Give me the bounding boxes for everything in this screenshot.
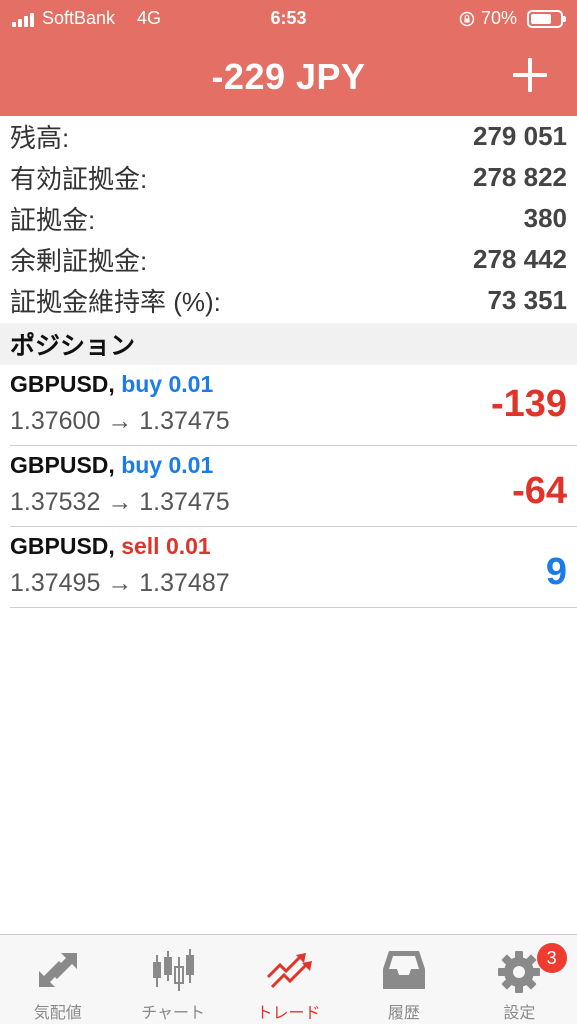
summary-row: 証拠金維持率 (%): 73 351 [0, 280, 577, 321]
battery-icon [527, 9, 566, 28]
positions-list: GBPUSD, buy 0.01 1.37600 → 1.37475 -139 GBP… [0, 365, 577, 608]
tab-label: チャート [141, 1005, 206, 1022]
summary-row: 有効証拠金: 278 822 [0, 157, 577, 198]
position-title: GBPUSD, buy 0.01 [10, 452, 213, 479]
position-symbol: GBPUSD, [10, 452, 115, 478]
summary-label: 証拠金: [10, 205, 96, 235]
tab-label: 設定 [503, 1005, 536, 1022]
summary-label: 証拠金維持率 (%): [10, 287, 221, 317]
position-row[interactable]: GBPUSD, buy 0.01 1.37532 → 1.37475 -64 [10, 446, 577, 527]
candlestick-chart-icon [153, 949, 195, 991]
position-profit: 9 [545, 551, 567, 593]
quotes-icon [38, 953, 77, 987]
app-screen: SoftBank 4G 6:53 70% -229 JPY 残高: 279 051… [0, 0, 577, 1024]
summary-label: 残高: [10, 123, 70, 153]
summary-row: 余剰証拠金: 278 442 [0, 239, 577, 280]
summary-value: 278 442 [473, 244, 567, 274]
summary-row: 残高: 279 051 [0, 116, 577, 157]
position-side: buy 0.01 [121, 452, 214, 478]
positions-header: ポジション [0, 323, 577, 365]
position-profit: -64 [512, 470, 567, 512]
tab-trade[interactable]: トレード [231, 935, 346, 1024]
tab-quotes[interactable]: 気配値 [0, 935, 115, 1024]
summary-label: 有効証拠金: [10, 164, 148, 194]
plus-icon[interactable] [513, 58, 547, 92]
position-prices: 1.37495 → 1.37487 [10, 569, 230, 597]
inbox-history-icon [382, 951, 425, 989]
position-symbol: GBPUSD, [10, 533, 115, 559]
position-title: GBPUSD, sell 0.01 [10, 533, 211, 560]
status-bar: SoftBank 4G 6:53 70% [0, 0, 577, 38]
tab-bar: 気配値 チャート トレード 履歴 3 設定 [0, 934, 577, 1024]
tab-label: 履歴 [387, 1005, 420, 1022]
position-symbol: GBPUSD, [10, 371, 115, 397]
position-profit: -139 [490, 383, 567, 425]
status-right: 70% [459, 8, 566, 29]
position-row[interactable]: GBPUSD, sell 0.01 1.37495 → 1.37487 9 [10, 527, 577, 608]
summary-value: 278 822 [473, 162, 567, 192]
position-side: sell 0.01 [121, 533, 211, 559]
tab-label: 気配値 [33, 1005, 82, 1022]
position-side: buy 0.01 [121, 371, 214, 397]
trade-icon [266, 953, 312, 989]
notification-badge: 3 [536, 943, 567, 973]
orientation-lock-icon [459, 11, 475, 26]
header: SoftBank 4G 6:53 70% -229 JPY [0, 0, 577, 116]
position-prices: 1.37600 → 1.37475 [10, 407, 230, 435]
floating-profit-title: -229 JPY [211, 56, 366, 97]
summary-label: 余剰証拠金: [10, 246, 148, 276]
summary-value: 73 351 [487, 285, 567, 315]
position-title: GBPUSD, buy 0.01 [10, 371, 213, 398]
summary-value: 279 051 [473, 121, 567, 151]
position-prices: 1.37532 → 1.37475 [10, 488, 230, 516]
summary-value: 380 [523, 203, 567, 233]
position-row[interactable]: GBPUSD, buy 0.01 1.37600 → 1.37475 -139 [10, 365, 577, 446]
tab-label: トレード [256, 1005, 321, 1022]
tab-settings[interactable]: 3 設定 [462, 935, 577, 1024]
account-summary: 残高: 279 051 有効証拠金: 278 822 証拠金: 380 余剰証拠金: 278 … [0, 116, 577, 321]
tab-chart[interactable]: チャート [115, 935, 230, 1024]
summary-row: 証拠金: 380 [0, 198, 577, 239]
tab-history[interactable]: 履歴 [346, 935, 461, 1024]
battery-percent: 70% [480, 8, 517, 28]
